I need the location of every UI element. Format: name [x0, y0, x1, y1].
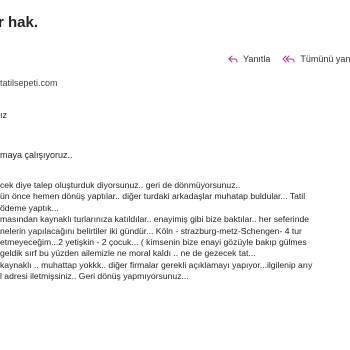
reply-all-icon — [282, 55, 300, 64]
email-subject: r hak. — [0, 14, 39, 31]
body-line: masından kaynaklı turlarınıza katıldılar… — [0, 214, 310, 225]
reply-icon — [228, 55, 243, 64]
sender-email: tatilsepeti.com — [0, 78, 58, 88]
body-line: cek diye talep oluşturduk diyorsunuz.. g… — [0, 180, 241, 190]
body-line: geldik sırf bu yüzden ailemizle ne moral… — [0, 248, 256, 259]
email-actions: Yanıtla Tümünü yan — [228, 54, 350, 64]
reply-all-label: Tümünü yan — [300, 54, 350, 64]
body-line: l adresi iletmişsiniz.. Geri dönüş yapmı… — [0, 271, 189, 282]
body-line: kaynaklı .. muhattap yokkk.. diğer firma… — [0, 259, 313, 270]
body-line: ün önce hemen dönüş yaptılar.. diğer tur… — [0, 191, 306, 202]
reply-button[interactable]: Yanıtla — [228, 54, 270, 64]
intro-text: maya çalışıyoruz.. — [0, 150, 73, 160]
reply-all-button[interactable]: Tümünü yan — [282, 54, 350, 64]
email-body: cek diye talep oluşturduk diyorsunuz.. g… — [0, 180, 350, 283]
reply-label: Yanıtla — [243, 54, 271, 64]
body-line: etmeyeceğim...2 yetişkin - 2 çocuk... ( … — [0, 236, 307, 247]
body-line: nelerin yapılacağını belirtiler iki günd… — [0, 225, 302, 236]
greeting-text: ız — [0, 110, 8, 120]
body-line: ödeme yaptık... — [0, 202, 59, 213]
